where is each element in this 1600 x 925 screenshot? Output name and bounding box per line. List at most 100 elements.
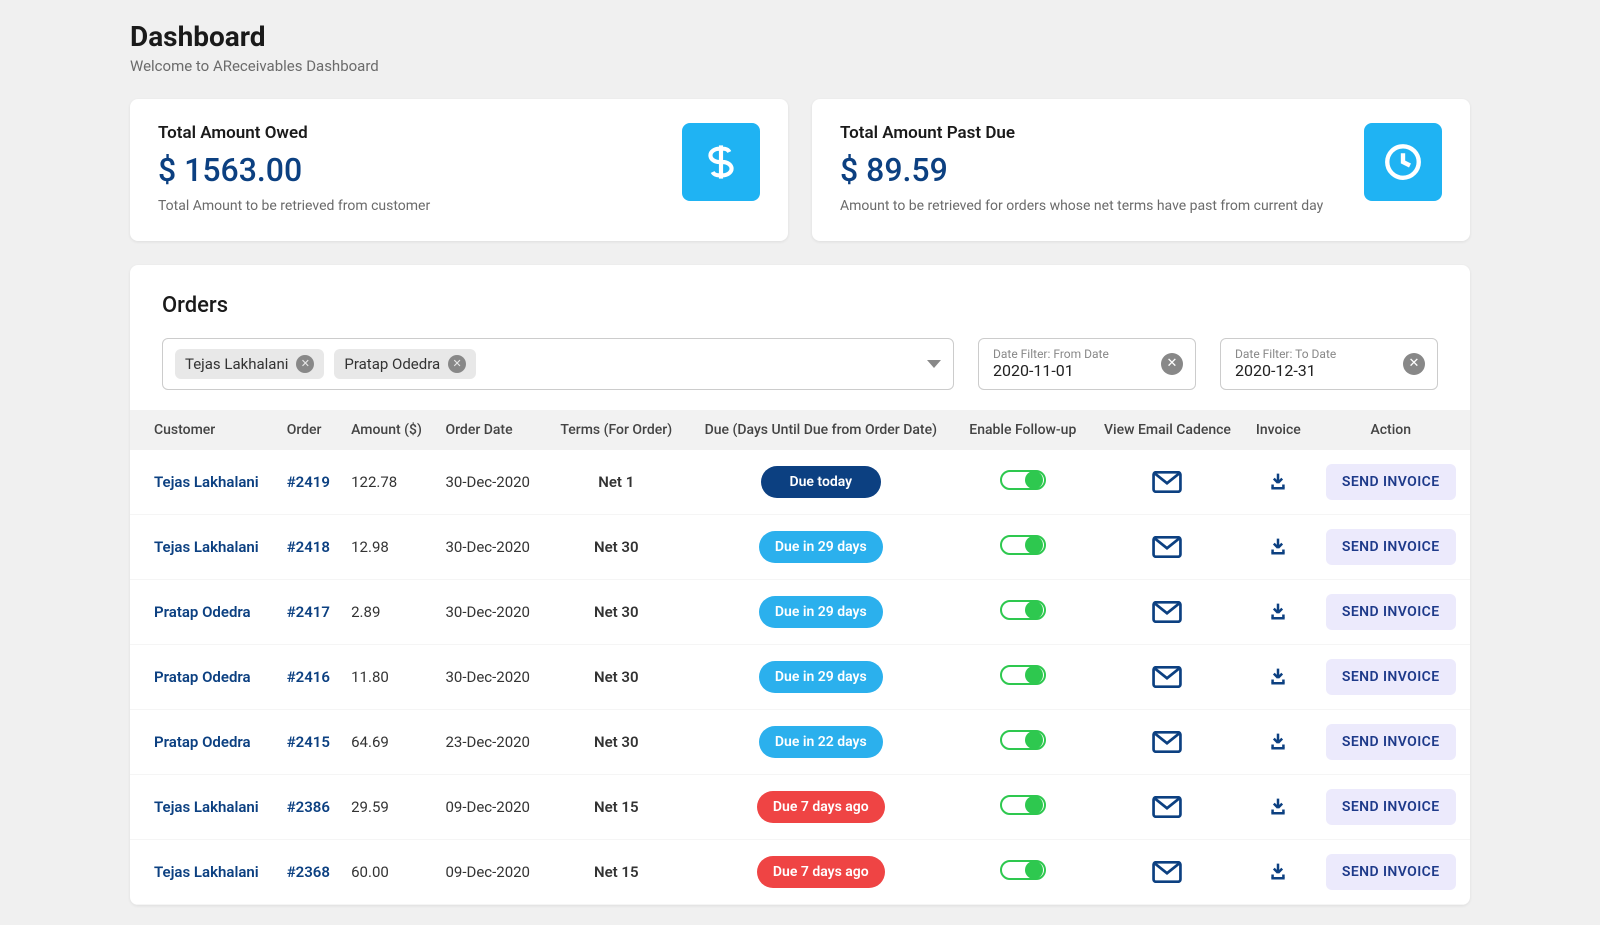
orderdate-cell: 30-Dec-2020 <box>437 644 546 709</box>
terms-cell: Net 1 <box>547 450 686 515</box>
envelope-icon[interactable] <box>1090 579 1245 644</box>
order-link[interactable]: #2418 <box>287 538 330 556</box>
card-total-owed-desc: Total Amount to be retrieved from custom… <box>158 197 666 217</box>
order-link[interactable]: #2386 <box>287 798 330 816</box>
customer-link[interactable]: Pratap Odedra <box>154 733 251 751</box>
customer-filter-select[interactable]: Tejas Lakhalani ✕ Pratap Odedra ✕ <box>162 338 954 390</box>
send-invoice-button[interactable]: SEND INVOICE <box>1326 659 1456 695</box>
table-row: Tejas Lakhalani#236860.0009-Dec-2020Net … <box>130 839 1470 904</box>
date-to-input[interactable]: Date Filter: To Date 2020-12-31 ✕ <box>1220 338 1438 390</box>
orderdate-cell: 09-Dec-2020 <box>437 774 546 839</box>
envelope-icon[interactable] <box>1090 644 1245 709</box>
followup-toggle[interactable] <box>1000 730 1046 750</box>
envelope-icon[interactable] <box>1090 709 1245 774</box>
card-total-owed-value: $ 1563.00 <box>158 151 666 189</box>
envelope-icon[interactable] <box>1090 839 1245 904</box>
card-past-due-desc: Amount to be retrieved for orders whose … <box>840 197 1348 217</box>
date-from-value: 2020-11-01 <box>993 361 1149 380</box>
terms-cell: Net 15 <box>547 774 686 839</box>
table-row: Pratap Odedra #2415 64.6923-Dec-2020Net 30… <box>130 709 1470 774</box>
download-icon[interactable] <box>1245 709 1311 774</box>
due-pill: Due in 29 days <box>759 661 883 693</box>
download-icon[interactable] <box>1245 514 1311 579</box>
date-to-label: Date Filter: To Date <box>1235 347 1391 361</box>
due-pill: Due in 29 days <box>759 531 883 563</box>
download-icon[interactable] <box>1245 774 1311 839</box>
terms-cell: Net 30 <box>547 514 686 579</box>
table-row: Tejas Lakhalani #2386 29.5909-Dec-2020Net … <box>130 774 1470 839</box>
date-from-input[interactable]: Date Filter: From Date 2020-11-01 ✕ <box>978 338 1196 390</box>
amount-cell: 29.59 <box>343 774 437 839</box>
followup-toggle[interactable] <box>1000 860 1046 880</box>
customer-link[interactable]: Tejas Lakhalani <box>154 538 259 556</box>
col-invoice[interactable]: Invoice <box>1245 410 1311 450</box>
close-icon[interactable]: ✕ <box>1161 353 1183 375</box>
col-amount[interactable]: Amount ($) <box>343 410 437 450</box>
date-from-label: Date Filter: From Date <box>993 347 1149 361</box>
amount-cell: 122.78 <box>343 450 437 515</box>
order-link[interactable]: #2419 <box>287 473 330 491</box>
followup-toggle[interactable] <box>1000 665 1046 685</box>
close-icon[interactable]: ✕ <box>296 355 314 373</box>
amount-cell: 2.89 <box>343 579 437 644</box>
envelope-icon[interactable] <box>1090 514 1245 579</box>
download-icon[interactable] <box>1245 579 1311 644</box>
order-link[interactable]: #2416 <box>287 668 330 686</box>
amount-cell: 64.69 <box>343 709 437 774</box>
orders-table: Customer Order Amount ($) Order Date Ter… <box>130 410 1470 905</box>
col-action[interactable]: Action <box>1311 410 1470 450</box>
col-terms[interactable]: Terms (For Order) <box>547 410 686 450</box>
close-icon[interactable]: ✕ <box>448 355 466 373</box>
envelope-icon[interactable] <box>1090 450 1245 515</box>
card-total-owed-title: Total Amount Owed <box>158 123 666 143</box>
customer-link[interactable]: Tejas Lakhalani <box>154 863 259 881</box>
table-row: Tejas Lakhalani #2418 12.9830-Dec-2020Net … <box>130 514 1470 579</box>
dollar-icon <box>682 123 760 201</box>
download-icon[interactable] <box>1245 644 1311 709</box>
terms-cell: Net 30 <box>547 579 686 644</box>
table-row: Tejas Lakhalani#2419122.7830-Dec-2020Net… <box>130 450 1470 515</box>
order-link[interactable]: #2415 <box>287 733 330 751</box>
card-past-due-title: Total Amount Past Due <box>840 123 1348 143</box>
col-customer[interactable]: Customer <box>130 410 279 450</box>
clock-icon <box>1364 123 1442 201</box>
terms-cell: Net 30 <box>547 644 686 709</box>
card-past-due-value: $ 89.59 <box>840 151 1348 189</box>
col-followup[interactable]: Enable Follow-up <box>956 410 1090 450</box>
download-icon[interactable] <box>1245 450 1311 515</box>
orderdate-cell: 30-Dec-2020 <box>437 579 546 644</box>
orderdate-cell: 30-Dec-2020 <box>437 514 546 579</box>
followup-toggle[interactable] <box>1000 535 1046 555</box>
col-order[interactable]: Order <box>279 410 343 450</box>
send-invoice-button[interactable]: SEND INVOICE <box>1326 529 1456 565</box>
send-invoice-button[interactable]: SEND INVOICE <box>1326 789 1456 825</box>
send-invoice-button[interactable]: SEND INVOICE <box>1326 854 1456 890</box>
send-invoice-button[interactable]: SEND INVOICE <box>1326 464 1456 500</box>
filter-chip: Pratap Odedra ✕ <box>334 349 476 379</box>
followup-toggle[interactable] <box>1000 470 1046 490</box>
card-past-due: Total Amount Past Due $ 89.59 Amount to … <box>812 99 1470 241</box>
col-due[interactable]: Due (Days Until Due from Order Date) <box>686 410 956 450</box>
orderdate-cell: 23-Dec-2020 <box>437 709 546 774</box>
due-pill: Due in 29 days <box>759 596 883 628</box>
customer-link[interactable]: Pratap Odedra <box>154 668 251 686</box>
orders-panel: Orders Tejas Lakhalani ✕ Pratap Odedra ✕… <box>130 265 1470 905</box>
col-orderdate[interactable]: Order Date <box>437 410 546 450</box>
col-cadence[interactable]: View Email Cadence <box>1090 410 1245 450</box>
order-link[interactable]: #2417 <box>287 603 330 621</box>
download-icon[interactable] <box>1245 839 1311 904</box>
chevron-down-icon[interactable] <box>927 360 941 368</box>
send-invoice-button[interactable]: SEND INVOICE <box>1326 724 1456 760</box>
customer-link[interactable]: Tejas Lakhalani <box>154 473 259 491</box>
amount-cell: 12.98 <box>343 514 437 579</box>
terms-cell: Net 15 <box>547 839 686 904</box>
followup-toggle[interactable] <box>1000 600 1046 620</box>
followup-toggle[interactable] <box>1000 795 1046 815</box>
send-invoice-button[interactable]: SEND INVOICE <box>1326 594 1456 630</box>
envelope-icon[interactable] <box>1090 774 1245 839</box>
terms-cell: Net 30 <box>547 709 686 774</box>
order-link[interactable]: #2368 <box>287 863 330 881</box>
customer-link[interactable]: Pratap Odedra <box>154 603 251 621</box>
close-icon[interactable]: ✕ <box>1403 353 1425 375</box>
customer-link[interactable]: Tejas Lakhalani <box>154 798 259 816</box>
